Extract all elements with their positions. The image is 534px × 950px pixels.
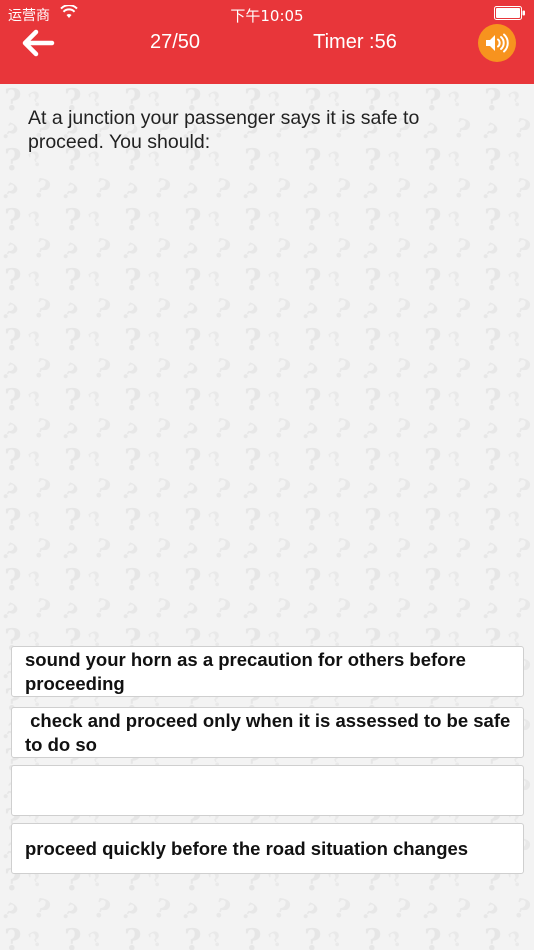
answer-option-label: proceed quickly before the road situatio… bbox=[25, 837, 469, 859]
status-bar: 运营商 下午10:05 bbox=[0, 0, 534, 28]
sound-button[interactable] bbox=[478, 24, 516, 62]
countdown-timer: Timer :56 bbox=[313, 31, 397, 53]
answer-option-4[interactable]: proceed quickly before the road situatio… bbox=[11, 823, 524, 874]
arrow-left-icon bbox=[22, 29, 55, 57]
answer-option-1[interactable]: sound your horn as a precaution for othe… bbox=[11, 646, 524, 697]
battery-icon bbox=[494, 6, 526, 20]
speaker-icon bbox=[486, 33, 509, 53]
question-text: At a junction your passenger says it is … bbox=[28, 107, 420, 153]
answer-option-3[interactable] bbox=[11, 765, 524, 816]
app-header: 运营商 下午10:05 27/50 Timer :56 bbox=[0, 0, 534, 84]
question-mark-background: ? ? ? ? bbox=[0, 84, 534, 950]
status-clock: 下午10:05 bbox=[230, 7, 304, 25]
answer-option-label: sound your horn as a precaution for othe… bbox=[25, 648, 466, 694]
back-button[interactable] bbox=[20, 28, 56, 58]
question-progress: 27/50 bbox=[149, 31, 201, 53]
answer-option-label: check and proceed only when it is assess… bbox=[25, 709, 516, 755]
answer-option-2[interactable]: check and proceed only when it is assess… bbox=[11, 707, 524, 758]
